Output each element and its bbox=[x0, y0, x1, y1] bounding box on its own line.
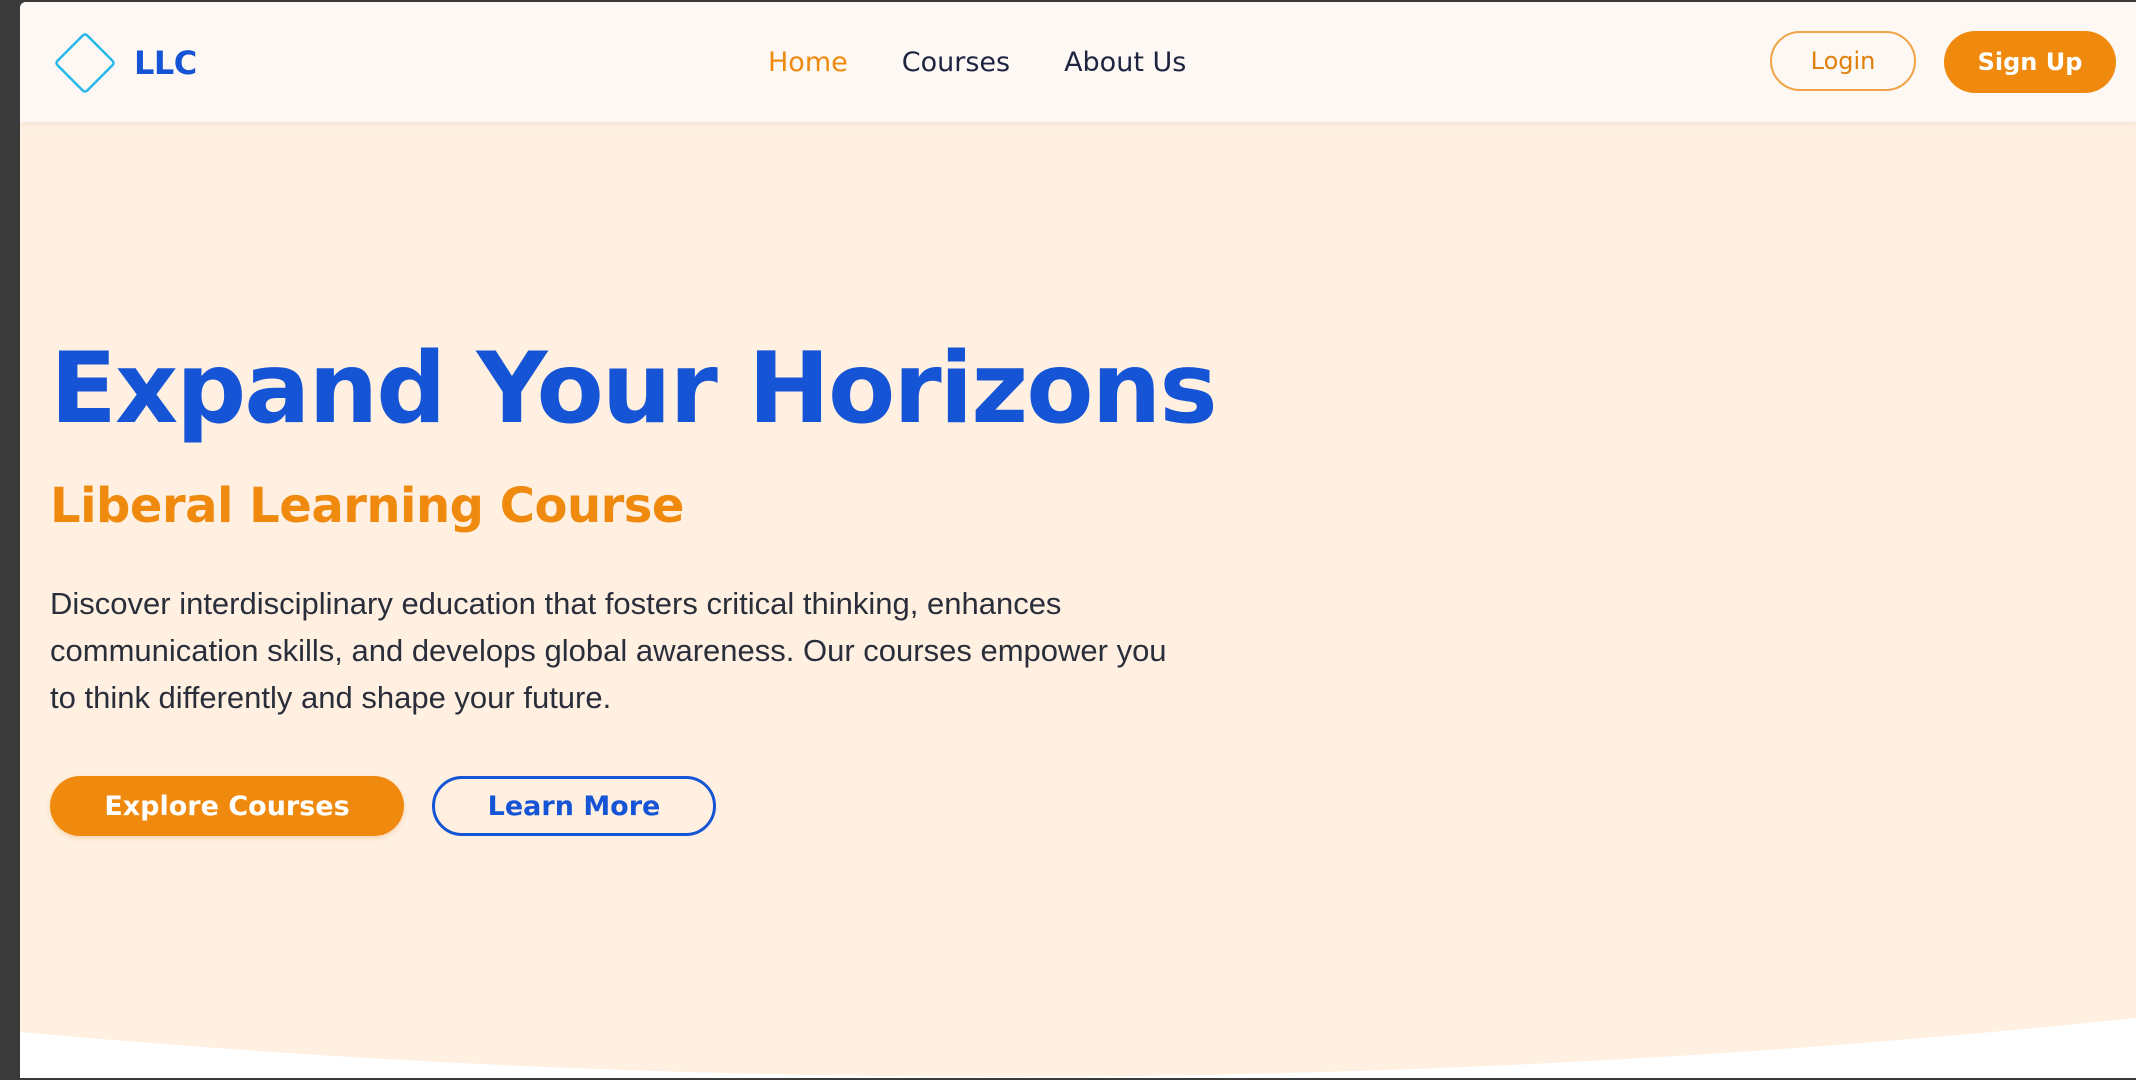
brand-logo-link[interactable]: LLC bbox=[50, 28, 197, 98]
hero-description: Discover interdisciplinary education tha… bbox=[50, 586, 1167, 715]
hero-bottom-curve bbox=[20, 1018, 2136, 1078]
explore-courses-button[interactable]: Explore Courses bbox=[50, 776, 404, 836]
hero-section: Expand Your Horizons Liberal Learning Co… bbox=[20, 122, 2136, 1078]
login-button[interactable]: Login bbox=[1770, 31, 1916, 91]
browser-viewport: LLC Home Courses About Us Login Sign Up … bbox=[20, 2, 2136, 1078]
nav-link-home[interactable]: Home bbox=[768, 47, 848, 78]
nav-link-about-us[interactable]: About Us bbox=[1064, 47, 1186, 78]
nav-link-courses[interactable]: Courses bbox=[902, 47, 1010, 78]
signup-button[interactable]: Sign Up bbox=[1944, 31, 2116, 93]
hero-title: Expand Your Horizons bbox=[50, 332, 1218, 446]
hero-subtitle: Liberal Learning Course bbox=[50, 478, 684, 534]
learn-more-button[interactable]: Learn More bbox=[432, 776, 716, 836]
main-nav: Home Courses About Us bbox=[768, 2, 1186, 122]
top-navbar: LLC Home Courses About Us Login Sign Up bbox=[20, 2, 2136, 122]
brand-name: LLC bbox=[134, 44, 197, 82]
diamond-outline-icon bbox=[55, 33, 115, 93]
